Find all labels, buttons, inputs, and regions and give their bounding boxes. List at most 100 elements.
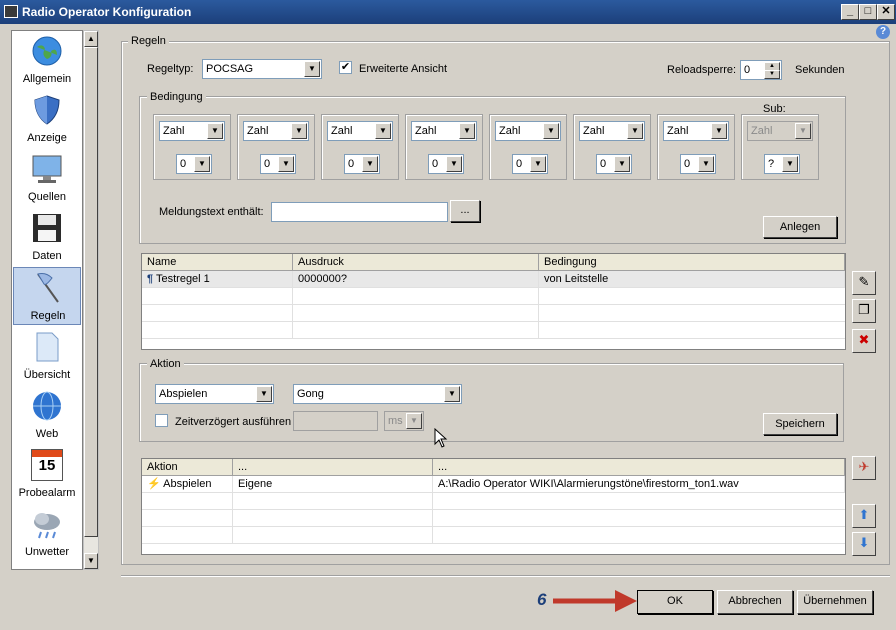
condition-value-select[interactable]: 0 ▼: [260, 154, 296, 174]
meldung-input[interactable]: [271, 202, 448, 222]
delay-unit-select[interactable]: ms ▼: [384, 411, 424, 431]
spin-down-icon[interactable]: ▼: [764, 70, 780, 79]
table-row[interactable]: [142, 527, 845, 544]
table-cell: 0000000?: [293, 271, 539, 288]
app-icon: [4, 5, 18, 18]
chevron-down-icon[interactable]: ▼: [530, 156, 546, 172]
actions-header-2[interactable]: ...: [233, 459, 433, 476]
chevron-down-icon[interactable]: ▼: [291, 123, 307, 139]
annotation-arrow-icon: [553, 590, 637, 612]
web-globe-icon: [33, 391, 61, 421]
reload-label: Reloadsperre:: [667, 64, 737, 76]
copy-rule-icon[interactable]: ❐: [852, 299, 876, 323]
table-row[interactable]: [142, 510, 845, 527]
rules-header-name[interactable]: Name: [142, 254, 293, 271]
delay-input[interactable]: [293, 411, 378, 431]
table-row[interactable]: ¶ Testregel 1 0000000? von Leitstelle: [142, 271, 845, 288]
chevron-down-icon[interactable]: ▼: [406, 413, 422, 429]
sidebar-item-probealarm[interactable]: 15 Probealarm: [13, 445, 81, 503]
erweitert-checkbox[interactable]: ✔: [339, 61, 352, 74]
condition-value-select[interactable]: 0 ▼: [176, 154, 212, 174]
chevron-down-icon[interactable]: ▼: [207, 123, 223, 139]
ok-button[interactable]: OK: [637, 590, 713, 614]
chevron-down-icon[interactable]: ▼: [256, 386, 272, 402]
chevron-down-icon[interactable]: ▼: [444, 386, 460, 402]
move-down-icon[interactable]: ⬇: [852, 532, 876, 556]
condition-value-select[interactable]: 0 ▼: [428, 154, 464, 174]
sub-type-select[interactable]: Zahl ▼: [747, 121, 813, 141]
table-row[interactable]: [142, 288, 845, 305]
chevron-down-icon[interactable]: ▼: [446, 156, 462, 172]
scroll-thumb[interactable]: [84, 47, 98, 537]
cancel-button[interactable]: Abbrechen: [717, 590, 793, 614]
help-icon[interactable]: ?: [876, 25, 890, 39]
maximize-button[interactable]: □: [859, 4, 877, 20]
sidebar-item-anzeige[interactable]: Anzeige: [13, 90, 81, 148]
condition-value-select[interactable]: 0 ▼: [344, 154, 380, 174]
chevron-down-icon[interactable]: ▼: [698, 156, 714, 172]
chevron-down-icon[interactable]: ▼: [782, 156, 798, 172]
speichern-button[interactable]: Speichern: [763, 413, 837, 435]
chevron-down-icon[interactable]: ▼: [614, 156, 630, 172]
condition-type-select[interactable]: Zahl ▼: [495, 121, 561, 141]
reload-spinner[interactable]: 0 ▲ ▼: [740, 60, 782, 80]
close-button[interactable]: ✕: [877, 4, 895, 20]
condition-value-select[interactable]: 0 ▼: [680, 154, 716, 174]
rules-header-bedingung[interactable]: Bedingung: [539, 254, 845, 271]
table-row[interactable]: [142, 322, 845, 339]
scroll-down-icon[interactable]: ▼: [84, 553, 98, 569]
actions-header-3[interactable]: ...: [433, 459, 845, 476]
condition-type-select[interactable]: Zahl ▼: [159, 121, 225, 141]
chevron-down-icon[interactable]: ▼: [194, 156, 210, 172]
meldung-browse-button[interactable]: ...: [450, 200, 480, 222]
sidebar-item-daten[interactable]: Daten: [13, 208, 81, 266]
sidebar-item-allgemein[interactable]: Allgemein: [13, 31, 81, 89]
condition-type-select[interactable]: Zahl ▼: [411, 121, 477, 141]
condition-type-select[interactable]: Zahl ▼: [327, 121, 393, 141]
chevron-down-icon[interactable]: ▼: [543, 123, 559, 139]
rules-header-ausdruck[interactable]: Ausdruck: [293, 254, 539, 271]
mouse-cursor-icon: [434, 428, 448, 448]
aktion-select[interactable]: Abspielen ▼: [155, 384, 274, 404]
sound-select[interactable]: Gong ▼: [293, 384, 462, 404]
condition-value-select[interactable]: 0 ▼: [512, 154, 548, 174]
chevron-down-icon[interactable]: ▼: [459, 123, 475, 139]
condition-box-sub: Zahl ▼ ? ▼: [741, 114, 819, 180]
regeltyp-select[interactable]: POCSAG ▼: [202, 59, 322, 79]
chevron-down-icon[interactable]: ▼: [278, 156, 294, 172]
meldung-label: Meldungstext enthält:: [159, 206, 264, 218]
test-action-icon[interactable]: ✈: [852, 456, 876, 480]
sidebar-item-regeln[interactable]: Regeln: [13, 267, 81, 325]
anlegen-button[interactable]: Anlegen: [763, 216, 837, 238]
sidebar-item-web[interactable]: Web: [13, 386, 81, 444]
sidebar-scrollbar[interactable]: ▲ ▼: [83, 30, 99, 570]
reload-unit: Sekunden: [795, 64, 845, 76]
chevron-down-icon[interactable]: ▼: [795, 123, 811, 139]
table-row[interactable]: ⚡ Abspielen Eigene A:\Radio Operator WIK…: [142, 476, 845, 493]
sidebar-item-quellen[interactable]: Quellen: [13, 149, 81, 207]
condition-type-select[interactable]: Zahl ▼: [243, 121, 309, 141]
chevron-down-icon[interactable]: ▼: [627, 123, 643, 139]
table-row[interactable]: [142, 305, 845, 322]
table-row[interactable]: [142, 493, 845, 510]
chevron-down-icon[interactable]: ▼: [711, 123, 727, 139]
actions-header-aktion[interactable]: Aktion: [142, 459, 233, 476]
delay-checkbox[interactable]: [155, 414, 168, 427]
condition-type-select[interactable]: Zahl ▼: [663, 121, 729, 141]
chevron-down-icon[interactable]: ▼: [362, 156, 378, 172]
minimize-button[interactable]: _: [841, 4, 859, 20]
reload-value: 0: [744, 64, 751, 76]
sub-value-select[interactable]: ? ▼: [764, 154, 800, 174]
sidebar-item-unwetter[interactable]: Unwetter: [13, 504, 81, 562]
edit-rule-icon[interactable]: ✎: [852, 271, 876, 295]
condition-type-select[interactable]: Zahl ▼: [579, 121, 645, 141]
apply-button[interactable]: Übernehmen: [797, 590, 873, 614]
move-up-icon[interactable]: ⬆: [852, 504, 876, 528]
chevron-down-icon[interactable]: ▼: [375, 123, 391, 139]
condition-value-select[interactable]: 0 ▼: [596, 154, 632, 174]
sidebar-item-label: Anzeige: [27, 132, 67, 144]
delete-rule-icon[interactable]: ✖: [852, 329, 876, 353]
chevron-down-icon[interactable]: ▼: [304, 61, 320, 77]
sidebar-item-uebersicht[interactable]: Übersicht: [13, 327, 81, 385]
scroll-up-icon[interactable]: ▲: [84, 31, 98, 47]
